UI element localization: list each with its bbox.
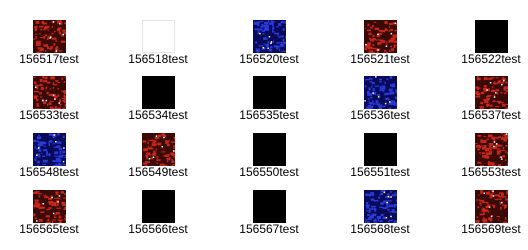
file-item[interactable]: 156521test [335,20,425,80]
file-item[interactable]: 156535test [224,76,314,136]
image-thumbnail-icon[interactable] [364,20,397,53]
image-thumbnail-icon[interactable] [475,76,508,109]
file-item[interactable]: 156522test [446,20,528,80]
image-thumbnail-icon[interactable] [364,76,397,109]
file-item[interactable]: 156534test [113,76,203,136]
file-name-label: 156549test [113,165,203,179]
file-item[interactable]: 156537test [446,76,528,136]
file-item[interactable]: 156536test [335,76,425,136]
file-item[interactable]: 156553test [446,133,528,193]
image-thumbnail-icon[interactable] [475,190,508,223]
image-thumbnail-icon[interactable] [253,76,286,109]
image-thumbnail-icon[interactable] [364,133,397,166]
image-thumbnail-icon[interactable] [33,133,66,166]
file-name-label: 156567test [224,222,314,236]
image-thumbnail-icon[interactable] [253,133,286,166]
image-thumbnail-icon[interactable] [364,190,397,223]
file-item[interactable]: 156517test [4,20,94,80]
file-name-label: 156533test [4,108,94,122]
file-name-label: 156565test [4,222,94,236]
file-name-label: 156548test [4,165,94,179]
file-item[interactable]: 156567test [224,190,314,250]
image-thumbnail-icon[interactable] [475,20,508,53]
file-name-label: 156522test [446,52,528,66]
file-item[interactable]: 156550test [224,133,314,193]
file-item[interactable]: 156520test [224,20,314,80]
file-name-label: 156568test [335,222,425,236]
file-name-label: 156518test [113,52,203,66]
file-name-label: 156550test [224,165,314,179]
file-name-label: 156536test [335,108,425,122]
file-name-label: 156520test [224,52,314,66]
file-name-label: 156537test [446,108,528,122]
image-thumbnail-icon[interactable] [142,190,175,223]
file-name-label: 156553test [446,165,528,179]
file-name-label: 156569test [446,222,528,236]
file-name-label: 156566test [113,222,203,236]
image-thumbnail-icon[interactable] [253,20,286,53]
file-name-label: 156551test [335,165,425,179]
image-thumbnail-icon[interactable] [33,20,66,53]
image-thumbnail-icon[interactable] [142,20,175,53]
file-item[interactable]: 156565test [4,190,94,250]
file-name-label: 156517test [4,52,94,66]
image-thumbnail-icon[interactable] [142,133,175,166]
file-item[interactable]: 156548test [4,133,94,193]
image-thumbnail-icon[interactable] [33,76,66,109]
file-item[interactable]: 156568test [335,190,425,250]
image-thumbnail-icon[interactable] [253,190,286,223]
image-thumbnail-icon[interactable] [475,133,508,166]
file-item[interactable]: 156566test [113,190,203,250]
file-item[interactable]: 156569test [446,190,528,250]
file-name-label: 156521test [335,52,425,66]
image-thumbnail-icon[interactable] [33,190,66,223]
file-item[interactable]: 156533test [4,76,94,136]
file-item[interactable]: 156518test [113,20,203,80]
file-name-label: 156535test [224,108,314,122]
image-thumbnail-icon[interactable] [142,76,175,109]
file-item[interactable]: 156551test [335,133,425,193]
file-name-label: 156534test [113,108,203,122]
file-item[interactable]: 156549test [113,133,203,193]
